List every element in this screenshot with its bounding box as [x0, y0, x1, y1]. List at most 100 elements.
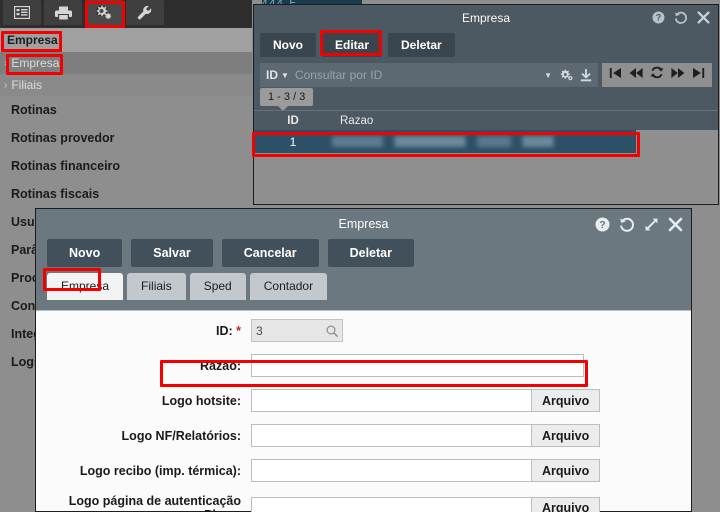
logo-hotsite-field[interactable]	[251, 389, 531, 412]
tab-contador[interactable]: Contador	[249, 273, 328, 300]
field-row-logo-plays: Logo página de autenticação Plays: Arqui…	[36, 494, 691, 512]
list-icon-glyph	[14, 6, 30, 19]
tab-sped[interactable]: Sped	[189, 273, 246, 300]
field-row-razao: Razão:	[36, 354, 691, 377]
pagination-nav	[602, 63, 712, 87]
field-row-logo-hotsite: Logo hotsite: Arquivo	[36, 389, 691, 412]
field-row-logo-nf: Logo NF/Relatórios: Arquivo	[36, 424, 691, 447]
maximize-icon[interactable]	[644, 217, 659, 232]
search-icon[interactable]	[326, 324, 338, 337]
form-tabs: Empresa Filiais Sped Contador	[36, 267, 691, 300]
logo-plays-field[interactable]	[251, 496, 531, 512]
razao-field[interactable]	[251, 354, 584, 377]
logo-hotsite-arquivo-button[interactable]: Arquivo	[531, 389, 601, 412]
label-logo-nf: Logo NF/Relatórios:	[121, 428, 241, 443]
sidebar-item-rotinas-provedor[interactable]: Rotinas provedor	[0, 124, 252, 152]
field-row-id: ID: * 3	[36, 319, 691, 342]
deletar-button[interactable]: Deletar	[327, 239, 414, 267]
chevron-down-icon[interactable]: ▼	[281, 71, 289, 80]
wrench-icon[interactable]	[126, 0, 164, 25]
sidebar-group-filiais-label: Filiais	[11, 78, 43, 92]
label-razao: Razão:	[200, 358, 241, 373]
control-logo-plays: Arquivo	[251, 496, 601, 512]
gears-icon-glyph	[96, 5, 112, 20]
form-window-controls: ?	[595, 209, 683, 239]
sidebar-group-empresa[interactable]: › Empresa	[0, 52, 252, 74]
prev-page-icon[interactable]	[629, 66, 643, 84]
id-field-value: 3	[256, 323, 263, 338]
app-toolbar	[0, 0, 252, 28]
required-marker: *	[232, 323, 241, 338]
refresh-icon[interactable]	[650, 66, 664, 84]
download-icon[interactable]	[580, 68, 592, 82]
close-icon[interactable]	[668, 217, 683, 232]
chevron-right-icon: ›	[4, 79, 8, 91]
deletar-button[interactable]: Deletar	[388, 33, 455, 57]
help-icon[interactable]: ?	[595, 217, 610, 232]
grid-header: ID Razao	[254, 110, 718, 131]
logo-nf-arquivo-button[interactable]: Arquivo	[531, 424, 601, 447]
label-logo-plays: Logo página de autenticação Plays:	[68, 494, 241, 512]
sidebar-group-empresa-label: Empresa	[11, 56, 60, 70]
list-window-controls: ?	[652, 5, 710, 30]
row-cell-razao	[332, 136, 616, 147]
next-page-icon[interactable]	[671, 66, 685, 84]
logo-plays-arquivo-button[interactable]: Arquivo	[531, 496, 601, 512]
empresa-form-window: Empresa ? Novo Salvar Cancelar Deletar E…	[35, 208, 692, 512]
control-id: 3	[251, 319, 343, 342]
novo-button[interactable]: Novo	[47, 239, 123, 267]
tab-filiais[interactable]: Filiais	[127, 273, 186, 300]
chevron-right-icon: ›	[4, 57, 8, 69]
label-id-text: ID:	[215, 323, 233, 338]
sidebar-item-rotinas[interactable]: Rotinas	[0, 96, 252, 124]
gears-icon[interactable]	[85, 0, 123, 25]
last-page-icon[interactable]	[692, 66, 705, 84]
grid-column-razao: Razao	[340, 115, 374, 127]
wrench-icon-glyph	[137, 5, 152, 20]
form-window-titlebar: Empresa ?	[36, 209, 691, 239]
control-logo-nf: Arquivo	[251, 424, 601, 447]
list-icon[interactable]	[3, 0, 41, 25]
logo-recibo-arquivo-button[interactable]: Arquivo	[531, 459, 601, 482]
printer-icon-glyph	[54, 6, 72, 19]
tab-empresa[interactable]: Empresa	[47, 273, 124, 300]
gear-icon[interactable]	[560, 69, 573, 81]
table-row[interactable]: 1	[254, 130, 636, 153]
label-logo-hotsite: Logo hotsite:	[161, 393, 241, 408]
logo-nf-field[interactable]	[251, 424, 531, 447]
empresa-list-window: Empresa ? Novo Editar Deletar ID ▼ Consu…	[253, 4, 719, 205]
list-window-title: Empresa	[461, 10, 511, 25]
pagination-tooltip: 1 - 3 / 3	[260, 88, 314, 111]
sidebar-group-filiais[interactable]: › Filiais	[0, 74, 252, 96]
form-window-title: Empresa	[338, 217, 389, 231]
search-input[interactable]: ID ▼ Consultar por ID ▼	[260, 63, 598, 87]
search-placeholder: Consultar por ID	[294, 68, 383, 82]
control-logo-recibo: Arquivo	[251, 459, 601, 482]
svg-text:?: ?	[599, 219, 605, 231]
help-icon[interactable]: ?	[652, 11, 665, 24]
close-icon[interactable]	[697, 11, 710, 24]
sidebar-item-rotinas-financeiro[interactable]: Rotinas financeiro	[0, 152, 252, 180]
form-toolbar: Novo Salvar Cancelar Deletar	[36, 239, 691, 267]
first-page-icon[interactable]	[609, 66, 622, 84]
label-logo-recibo: Logo recibo (imp. térmica):	[79, 463, 241, 478]
id-field[interactable]: 3	[251, 319, 343, 342]
cancelar-button[interactable]: Cancelar	[221, 239, 319, 267]
editar-button[interactable]: Editar	[322, 33, 383, 57]
logo-recibo-field[interactable]	[251, 459, 531, 482]
field-row-logo-recibo: Logo recibo (imp. térmica): Arquivo	[36, 459, 691, 482]
salvar-button[interactable]: Salvar	[131, 239, 213, 267]
sidebar-item-rotinas-fiscais[interactable]: Rotinas fiscais	[0, 180, 252, 208]
screen: Empresa › Empresa › Filiais Rotinas Roti…	[0, 0, 720, 512]
control-razao	[251, 354, 584, 377]
history-icon[interactable]	[674, 11, 688, 24]
history-icon[interactable]	[619, 217, 635, 232]
novo-button[interactable]: Novo	[260, 33, 316, 57]
grid-column-id: ID	[287, 115, 299, 127]
control-logo-hotsite: Arquivo	[251, 389, 601, 412]
sidebar-header: Empresa	[0, 28, 252, 52]
chevron-down-icon[interactable]: ▼	[544, 71, 552, 80]
row-cell-id: 1	[289, 134, 297, 149]
printer-icon[interactable]	[44, 0, 82, 25]
search-field-name: ID	[266, 68, 278, 82]
